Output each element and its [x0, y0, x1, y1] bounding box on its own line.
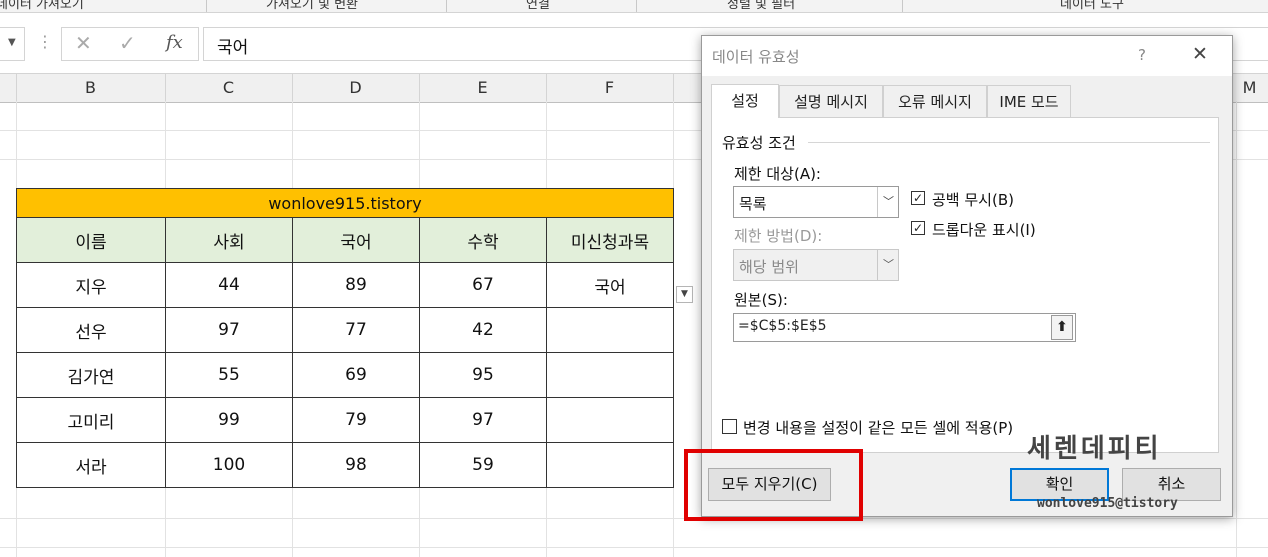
section-title: 유효성 조건 — [722, 134, 796, 152]
drag-handle-icon: ⋮ — [37, 32, 53, 51]
table-cell[interactable]: 98 — [292, 442, 420, 488]
header-cell-unapplied[interactable]: 미신청과목 — [546, 217, 674, 263]
ribbon-separator — [446, 0, 447, 12]
ribbon-separator — [636, 0, 637, 12]
header-cell-math[interactable]: 수학 — [419, 217, 547, 263]
table-cell[interactable]: 67 — [419, 262, 547, 308]
highlight-box — [684, 449, 863, 521]
table-cell[interactable]: 100 — [165, 442, 293, 488]
watermark-subtitle: wonlove915@tistory — [1037, 496, 1178, 511]
table-cell[interactable] — [546, 307, 674, 353]
tab-error-alert[interactable]: 오류 메시지 — [883, 85, 987, 117]
table-banner[interactable]: wonlove915.tistory — [16, 188, 674, 218]
table-cell-selected[interactable]: 국어 — [546, 262, 674, 308]
column-header-e[interactable]: E — [419, 74, 547, 102]
name-box[interactable]: ▼ — [0, 27, 25, 61]
table-cell[interactable]: 지우 — [16, 262, 166, 308]
column-header-c[interactable]: C — [165, 74, 293, 102]
dialog-title-bar: 데이터 유효성 ? ✕ — [702, 36, 1232, 76]
column-header-a[interactable] — [0, 74, 17, 102]
gridline — [1236, 101, 1237, 557]
column-header-m[interactable]: M — [1231, 74, 1268, 102]
enter-icon[interactable]: ✓ — [119, 31, 136, 55]
table-cell[interactable]: 김가연 — [16, 352, 166, 398]
formula-content: 국어 — [217, 38, 249, 58]
table-cell[interactable] — [546, 397, 674, 443]
allow-select-value: 목록 — [739, 195, 767, 213]
data-select-value: 해당 범위 — [739, 258, 799, 276]
in-cell-dropdown-checkbox[interactable]: ✓ — [911, 221, 925, 235]
ribbon-group-bar: 데이터 가져오기 가져오기 및 변환 연결 정렬 및 필터 데이터 도구 — [0, 0, 1268, 13]
ribbon-group-data-tools: 데이터 도구 — [1060, 0, 1124, 12]
table-cell[interactable] — [546, 352, 674, 398]
settings-panel: 유효성 조건 제한 대상(A): 목록 ﹀ 제한 방법(D): 해당 범위 ﹀ … — [711, 117, 1219, 453]
ignore-blank-label[interactable]: 공백 무시(B) — [932, 189, 1014, 210]
chevron-down-icon[interactable]: ﹀ — [877, 250, 899, 280]
allow-select[interactable]: 목록 ﹀ — [733, 186, 899, 218]
table-cell[interactable]: 44 — [165, 262, 293, 308]
help-icon[interactable]: ? — [1138, 46, 1146, 64]
table-cell[interactable]: 59 — [419, 442, 547, 488]
table-cell[interactable]: 95 — [419, 352, 547, 398]
apply-all-checkbox[interactable] — [722, 419, 737, 434]
allow-label: 제한 대상(A): — [734, 165, 821, 183]
close-icon[interactable]: ✕ — [1192, 43, 1208, 65]
source-input[interactable]: =$C$5:$E$5 ⬆ — [733, 313, 1076, 342]
table-cell[interactable]: 선우 — [16, 307, 166, 353]
cell-dropdown-arrow-icon[interactable]: ▼ — [676, 286, 693, 303]
ignore-blank-checkbox[interactable]: ✓ — [911, 191, 925, 205]
apply-all-label[interactable]: 변경 내용을 설정이 같은 모든 셀에 적용(P) — [743, 417, 1013, 438]
gridline — [0, 547, 1268, 548]
table-cell[interactable]: 97 — [419, 397, 547, 443]
ribbon-group-get-transform: 가져오기 및 변환 — [266, 0, 358, 12]
insert-function-icon[interactable]: fx — [166, 32, 183, 53]
gridline — [0, 518, 1268, 519]
column-header-d[interactable]: D — [292, 74, 420, 102]
table-cell[interactable] — [546, 442, 674, 488]
section-divider — [808, 142, 1210, 143]
table-cell[interactable]: 77 — [292, 307, 420, 353]
table-cell[interactable]: 42 — [419, 307, 547, 353]
in-cell-dropdown-label[interactable]: 드롭다운 표시(I) — [932, 219, 1036, 240]
source-input-value: =$C$5:$E$5 — [738, 318, 827, 334]
name-box-dropdown-icon[interactable]: ▼ — [8, 37, 16, 48]
ribbon-group-get-data: 데이터 가져오기 — [0, 0, 84, 12]
range-select-icon[interactable]: ⬆ — [1051, 315, 1073, 340]
header-cell-name[interactable]: 이름 — [16, 217, 166, 263]
table-cell[interactable]: 55 — [165, 352, 293, 398]
column-header-f[interactable]: F — [546, 74, 674, 102]
table-cell[interactable]: 97 — [165, 307, 293, 353]
header-cell-korean[interactable]: 국어 — [292, 217, 420, 263]
ribbon-separator — [206, 0, 207, 12]
data-select[interactable]: 해당 범위 ﹀ — [733, 249, 899, 281]
table-cell[interactable]: 79 — [292, 397, 420, 443]
column-header-b[interactable]: B — [16, 74, 166, 102]
tab-ime-mode[interactable]: IME 모드 — [987, 85, 1071, 117]
dialog-title: 데이터 유효성 — [712, 48, 800, 66]
tab-settings[interactable]: 설정 — [711, 84, 779, 118]
header-cell-social[interactable]: 사회 — [165, 217, 293, 263]
source-label: 원본(S): — [734, 291, 788, 309]
ribbon-group-sort-filter: 정렬 및 필터 — [727, 0, 796, 12]
formula-buttons: ✕ ✓ fx — [61, 27, 199, 61]
data-label: 제한 방법(D): — [734, 227, 823, 245]
table-cell[interactable]: 69 — [292, 352, 420, 398]
table-cell[interactable]: 고미리 — [16, 397, 166, 443]
ribbon-group-connections: 연결 — [526, 0, 550, 12]
table-cell[interactable]: 89 — [292, 262, 420, 308]
table-cell[interactable]: 서라 — [16, 442, 166, 488]
watermark-title: 세렌데피티 — [1027, 434, 1162, 464]
cancel-icon[interactable]: ✕ — [75, 31, 92, 55]
table-cell[interactable]: 99 — [165, 397, 293, 443]
chevron-down-icon[interactable]: ﹀ — [877, 187, 899, 217]
tab-input-message[interactable]: 설명 메시지 — [779, 85, 883, 117]
ribbon-separator — [902, 0, 903, 12]
